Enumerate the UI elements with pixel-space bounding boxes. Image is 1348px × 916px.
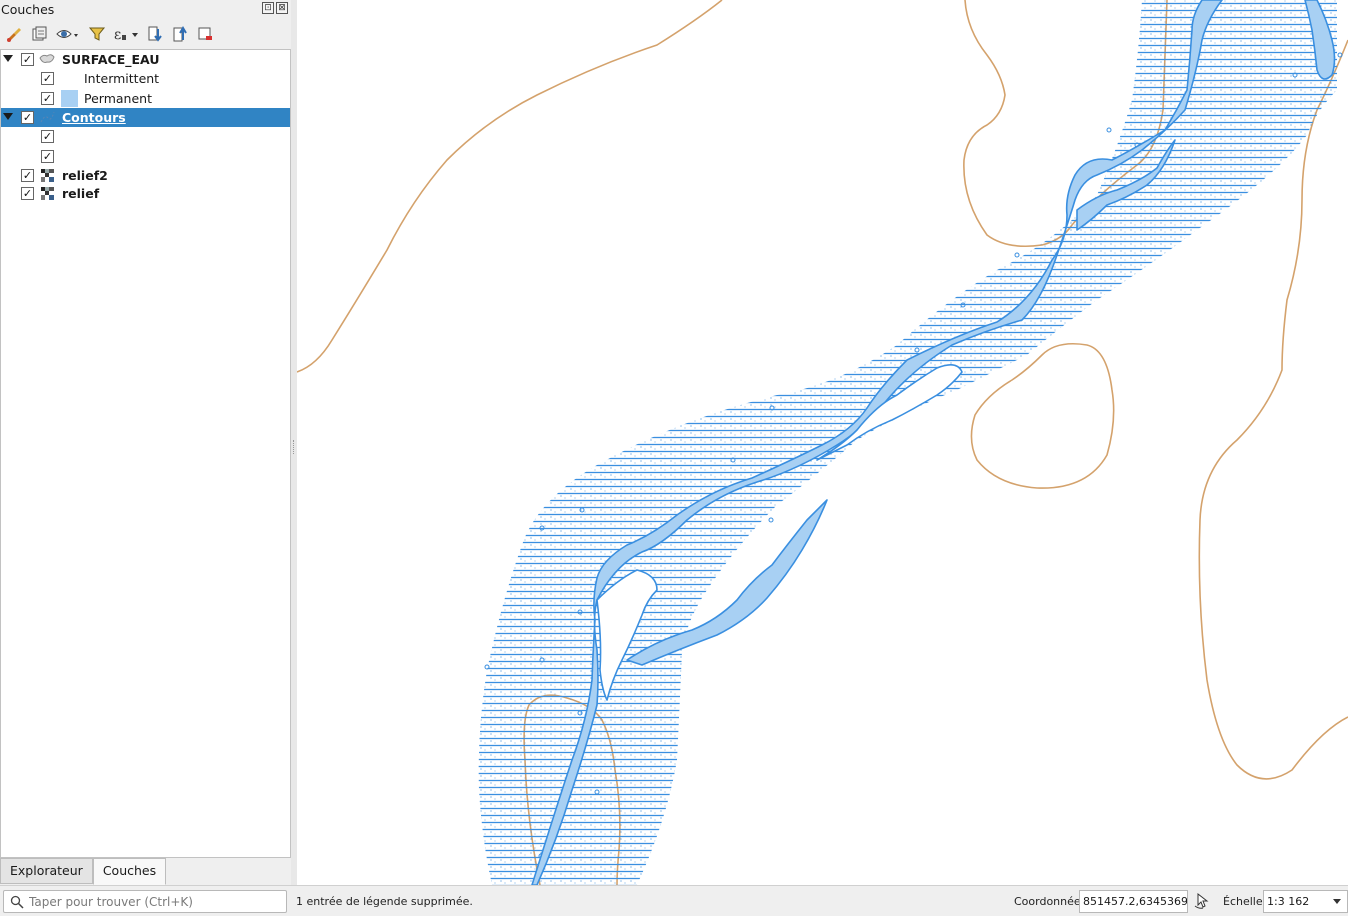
layer-name: relief bbox=[62, 186, 100, 201]
panel-tabs: Explorateur Couches bbox=[0, 858, 167, 885]
legend-item-checkbox[interactable]: ✓ bbox=[41, 130, 54, 143]
layer-row-contours[interactable]: ✓ Contours bbox=[1, 108, 290, 127]
layer-row-surface-eau[interactable]: ✓ SURFACE_EAU bbox=[1, 50, 290, 69]
layer-visibility-checkbox[interactable]: ✓ bbox=[21, 111, 34, 124]
layer-row-relief[interactable]: ✓ relief bbox=[1, 184, 290, 203]
legend-item-intermittent[interactable]: ✓ Intermittent bbox=[1, 69, 290, 88]
expand-all-icon[interactable] bbox=[144, 23, 166, 45]
tab-explorateur[interactable]: Explorateur bbox=[0, 858, 93, 884]
raster-layer-icon bbox=[41, 169, 54, 182]
legend-item-checkbox[interactable]: ✓ bbox=[41, 72, 54, 85]
visibility-eye-icon[interactable] bbox=[53, 23, 83, 45]
mouse-coordinates-icon[interactable] bbox=[1193, 892, 1211, 910]
remove-layer-icon[interactable] bbox=[194, 23, 216, 45]
coordinate-label: Coordonnée bbox=[1014, 895, 1081, 908]
map-canvas[interactable] bbox=[297, 0, 1348, 885]
layers-panel: Couches ⊡ ⊠ ε ✓ SURFACE_EAU ✓ Intermitte… bbox=[0, 0, 291, 885]
legend-item-permanent[interactable]: ✓ Permanent bbox=[1, 89, 290, 108]
status-message: 1 entrée de légende supprimée. bbox=[296, 895, 473, 908]
legend-item-label: Permanent bbox=[84, 91, 152, 106]
line-layer-icon bbox=[40, 111, 55, 123]
layer-name: relief2 bbox=[62, 168, 108, 183]
status-bar: 1 entrée de légende supprimée. Coordonné… bbox=[0, 885, 1348, 916]
qgis-window: Couches ⊡ ⊠ ε ✓ SURFACE_EAU ✓ Intermitte… bbox=[0, 0, 1348, 916]
locator-search[interactable] bbox=[3, 890, 287, 913]
layer-name: SURFACE_EAU bbox=[62, 52, 160, 67]
scale-combobox[interactable]: 1:3 162 bbox=[1263, 890, 1348, 913]
add-group-icon[interactable] bbox=[28, 23, 50, 45]
layer-tree: ✓ SURFACE_EAU ✓ Intermittent ✓ Permanent… bbox=[0, 49, 291, 858]
layer-visibility-checkbox[interactable]: ✓ bbox=[21, 53, 34, 66]
svg-text:ε: ε bbox=[114, 27, 121, 43]
layer-visibility-checkbox[interactable]: ✓ bbox=[21, 187, 34, 200]
layer-visibility-checkbox[interactable]: ✓ bbox=[21, 169, 34, 182]
float-panel-button[interactable]: ⊡ bbox=[262, 2, 274, 14]
search-input[interactable] bbox=[29, 893, 279, 911]
legend-item-checkbox[interactable]: ✓ bbox=[41, 92, 54, 105]
scale-label: Échelle bbox=[1223, 895, 1263, 908]
map-drawing bbox=[297, 0, 1348, 885]
style-brush-icon[interactable] bbox=[3, 23, 25, 45]
expand-arrow-icon[interactable] bbox=[3, 113, 13, 120]
filter-funnel-icon[interactable] bbox=[86, 23, 108, 45]
panel-title-bar: Couches ⊡ ⊠ bbox=[0, 0, 291, 19]
close-panel-button[interactable]: ⊠ bbox=[276, 2, 288, 14]
search-icon bbox=[10, 895, 24, 909]
layer-name: Contours bbox=[62, 110, 126, 125]
legend-item-checkbox[interactable]: ✓ bbox=[41, 150, 54, 163]
expression-epsilon-icon[interactable]: ε bbox=[111, 23, 141, 45]
layers-toolbar: ε bbox=[0, 20, 291, 48]
legend-item-contour-2[interactable]: ✓ bbox=[1, 147, 290, 166]
coordinate-field[interactable]: 851457.2,6345369.2 bbox=[1079, 890, 1188, 913]
legend-item-contour-1[interactable]: ✓ bbox=[1, 127, 290, 146]
expand-arrow-icon[interactable] bbox=[3, 55, 13, 62]
tab-couches[interactable]: Couches bbox=[92, 858, 167, 885]
chevron-down-icon[interactable] bbox=[1333, 899, 1341, 904]
panel-title: Couches bbox=[1, 2, 55, 17]
intermittent-water-zone bbox=[478, 0, 1337, 885]
collapse-all-icon[interactable] bbox=[169, 23, 191, 45]
raster-layer-icon bbox=[41, 187, 54, 200]
permanent-fill-swatch bbox=[61, 90, 78, 107]
layer-row-relief2[interactable]: ✓ relief2 bbox=[1, 166, 290, 185]
polygon-layer-icon bbox=[39, 54, 55, 63]
scale-value: 1:3 162 bbox=[1267, 895, 1310, 908]
legend-item-label: Intermittent bbox=[84, 71, 160, 86]
